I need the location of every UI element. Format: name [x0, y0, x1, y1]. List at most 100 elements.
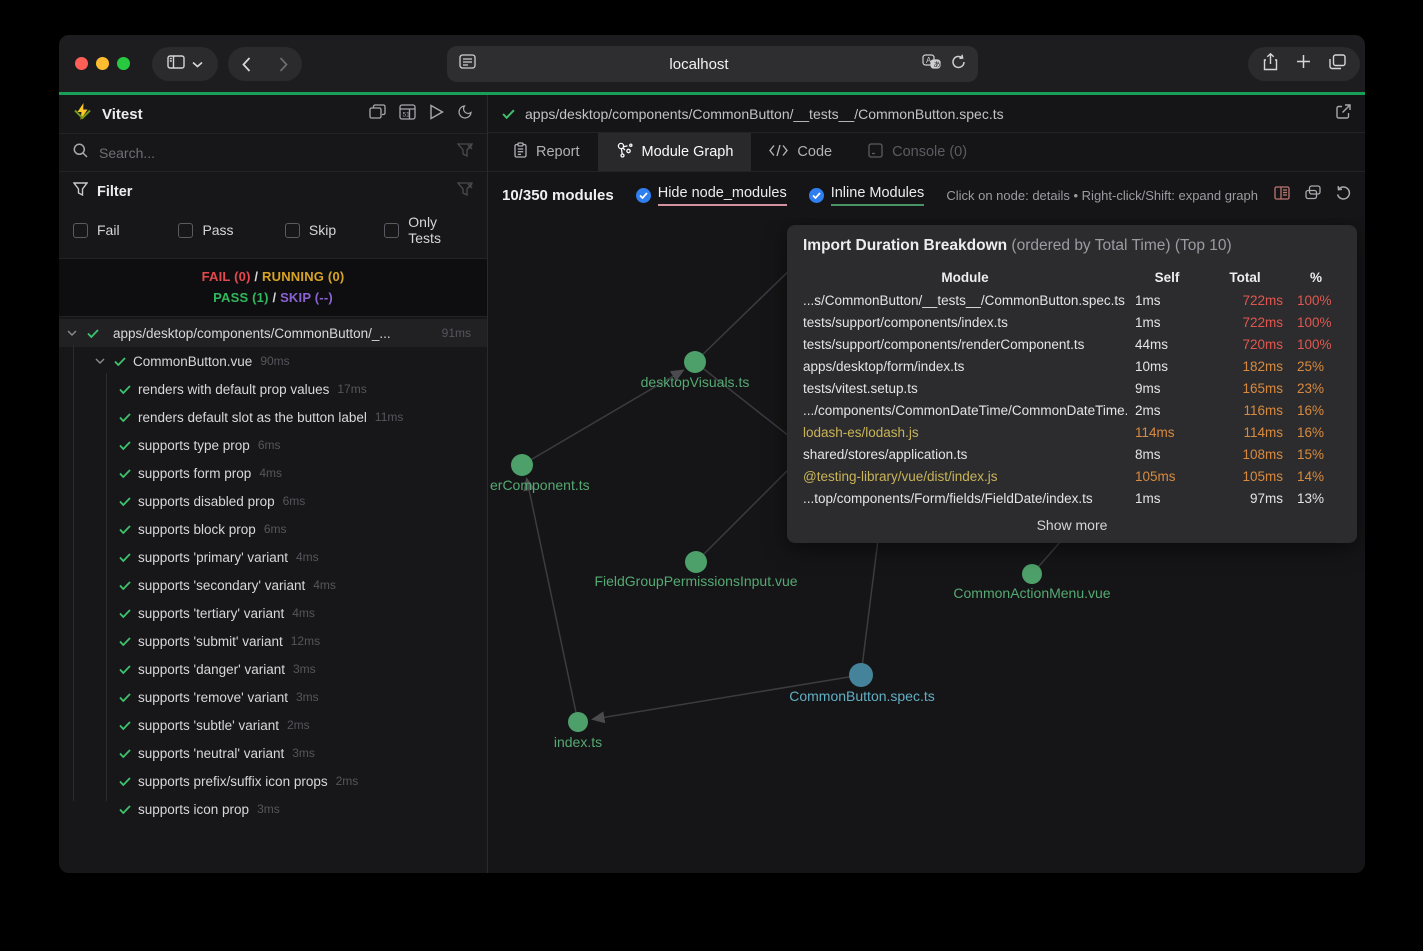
- reader-icon[interactable]: [459, 54, 476, 74]
- test-row[interactable]: supports block prop 6ms: [59, 515, 487, 543]
- pass-check-icon: [119, 497, 131, 506]
- test-row[interactable]: supports type prop 6ms: [59, 431, 487, 459]
- tab-module-graph[interactable]: Module Graph: [598, 133, 752, 171]
- close-window-button[interactable]: [75, 57, 88, 70]
- code-icon: [769, 144, 788, 161]
- tab-console[interactable]: Console (0): [850, 133, 985, 171]
- graph-node-label[interactable]: desktopVisuals.ts: [641, 374, 750, 390]
- show-more-button[interactable]: Show more: [803, 517, 1341, 533]
- reset-graph-icon[interactable]: [1336, 185, 1351, 205]
- graph-node-commonbutton-spec[interactable]: [849, 663, 873, 687]
- windows-icon[interactable]: [369, 104, 386, 124]
- moon-icon[interactable]: [457, 104, 473, 125]
- graph-node-label[interactable]: CommonActionMenu.vue: [953, 585, 1110, 601]
- filter-checkboxes: Fail Pass Skip Only Tests: [73, 214, 473, 246]
- open-in-editor-icon[interactable]: [1336, 104, 1351, 124]
- share-icon[interactable]: [1263, 53, 1278, 76]
- chevron-down-icon[interactable]: [67, 330, 77, 336]
- tabs-overview-icon[interactable]: [1329, 54, 1346, 75]
- table-row[interactable]: shared/stores/application.ts 8ms 108ms 1…: [803, 443, 1341, 465]
- test-row[interactable]: renders with default prop values 17ms: [59, 375, 487, 403]
- test-row[interactable]: supports 'submit' variant 12ms: [59, 627, 487, 655]
- inline-modules-checkbox[interactable]: Inline Modules: [809, 185, 925, 206]
- table-row[interactable]: tests/support/components/index.ts 1ms 72…: [803, 311, 1341, 333]
- checkbox-fail[interactable]: Fail: [73, 222, 178, 238]
- table-row[interactable]: tests/support/components/renderComponent…: [803, 333, 1341, 355]
- table-row[interactable]: tests/vitest.setup.ts 9ms 165ms 23%: [803, 377, 1341, 399]
- search-input[interactable]: Search...: [99, 145, 457, 161]
- checkbox-only-tests[interactable]: Only Tests: [384, 214, 473, 246]
- sidebar-toggle-button[interactable]: [152, 47, 218, 81]
- self-cell: 114ms: [1135, 425, 1199, 440]
- graph-node-commonactionmenu[interactable]: [1022, 564, 1042, 584]
- graph-node-fieldgrouppermissionsinput[interactable]: [685, 551, 707, 573]
- test-row[interactable]: supports 'tertiary' variant 4ms: [59, 599, 487, 627]
- total-cell: 114ms: [1207, 425, 1283, 440]
- checkbox-skip[interactable]: Skip: [285, 222, 384, 238]
- table-row[interactable]: .../components/CommonDateTime/CommonDate…: [803, 399, 1341, 421]
- table-row[interactable]: lodash-es/lodash.js 114ms 114ms 16%: [803, 421, 1341, 443]
- test-row[interactable]: supports form prop 4ms: [59, 459, 487, 487]
- fail-count: FAIL (0): [202, 269, 251, 284]
- app-title: Vitest: [102, 106, 143, 123]
- table-row[interactable]: ...top/components/Form/fields/FieldDate/…: [803, 487, 1341, 509]
- test-row[interactable]: supports icon prop 3ms: [59, 795, 487, 823]
- tree-suite-row[interactable]: CommonButton.vue 90ms: [59, 347, 487, 375]
- test-row[interactable]: supports 'secondary' variant 4ms: [59, 571, 487, 599]
- pass-check-icon: [119, 609, 131, 618]
- test-row[interactable]: supports 'subtle' variant 2ms: [59, 711, 487, 739]
- clear-search-icon[interactable]: [457, 143, 473, 162]
- test-row[interactable]: supports 'neutral' variant 3ms: [59, 739, 487, 767]
- browser-window: localhost Aあ: [59, 35, 1365, 873]
- minimize-window-button[interactable]: [96, 57, 109, 70]
- table-row[interactable]: apps/desktop/form/index.ts 10ms 182ms 25…: [803, 355, 1341, 377]
- test-row[interactable]: supports 'remove' variant 3ms: [59, 683, 487, 711]
- graph-node-label[interactable]: erComponent.ts: [490, 477, 590, 493]
- self-cell: 105ms: [1135, 469, 1199, 484]
- test-row[interactable]: supports 'danger' variant 3ms: [59, 655, 487, 683]
- reload-icon[interactable]: [951, 54, 966, 75]
- address-bar[interactable]: localhost Aあ: [447, 46, 978, 82]
- module-cell: tests/support/components/index.ts: [803, 315, 1127, 330]
- node-details-icon[interactable]: [1274, 186, 1290, 205]
- back-button[interactable]: [228, 57, 265, 72]
- forward-button[interactable]: [265, 57, 302, 72]
- translate-icon[interactable]: Aあ: [922, 54, 941, 74]
- test-label: supports form prop: [138, 466, 251, 481]
- test-duration: 6ms: [264, 522, 287, 536]
- dashboard-icon[interactable]: 51: [399, 104, 416, 125]
- module-graph-canvas[interactable]: desktopVisuals.ts erComponent.ts FieldGr…: [488, 218, 1365, 873]
- test-row[interactable]: supports prefix/suffix icon props 2ms: [59, 767, 487, 795]
- expand-graph-icon[interactable]: [1305, 185, 1321, 205]
- table-body: ...s/CommonButton/__tests__/CommonButton…: [803, 289, 1341, 509]
- sidebar: Vitest 51: [59, 95, 488, 873]
- new-tab-icon[interactable]: [1296, 54, 1311, 74]
- checkbox-pass[interactable]: Pass: [178, 222, 284, 238]
- graph-node-rendercomponent[interactable]: [511, 454, 533, 476]
- modules-count: 10/350 modules: [502, 187, 614, 204]
- test-row[interactable]: supports disabled prop 6ms: [59, 487, 487, 515]
- hide-node-modules-checkbox[interactable]: Hide node_modules: [636, 185, 787, 206]
- test-row[interactable]: supports 'primary' variant 4ms: [59, 543, 487, 571]
- test-row[interactable]: renders default slot as the button label…: [59, 403, 487, 431]
- table-row[interactable]: ...s/CommonButton/__tests__/CommonButton…: [803, 289, 1341, 311]
- module-cell: tests/vitest.setup.ts: [803, 381, 1127, 396]
- graph-node-desktopvisuals[interactable]: [684, 351, 706, 373]
- tab-code[interactable]: Code: [751, 133, 850, 171]
- svg-text:あ: あ: [934, 61, 941, 69]
- clear-filter-icon[interactable]: [457, 182, 473, 201]
- tree-file-row[interactable]: apps/desktop/components/CommonButton/_..…: [59, 319, 487, 347]
- search-icon: [73, 143, 88, 163]
- total-cell: 720ms: [1207, 337, 1283, 352]
- graph-node-label[interactable]: CommonButton.spec.ts: [789, 688, 935, 704]
- search-bar[interactable]: Search...: [59, 133, 487, 172]
- run-all-icon[interactable]: [429, 104, 444, 125]
- table-row[interactable]: @testing-library/vue/dist/index.js 105ms…: [803, 465, 1341, 487]
- graph-node-index[interactable]: [568, 712, 588, 732]
- url-text[interactable]: localhost: [476, 56, 922, 73]
- chevron-down-icon[interactable]: [95, 358, 105, 364]
- graph-node-label[interactable]: index.ts: [554, 734, 602, 750]
- tab-report[interactable]: Report: [496, 133, 598, 171]
- graph-node-label[interactable]: FieldGroupPermissionsInput.vue: [594, 573, 797, 589]
- zoom-window-button[interactable]: [117, 57, 130, 70]
